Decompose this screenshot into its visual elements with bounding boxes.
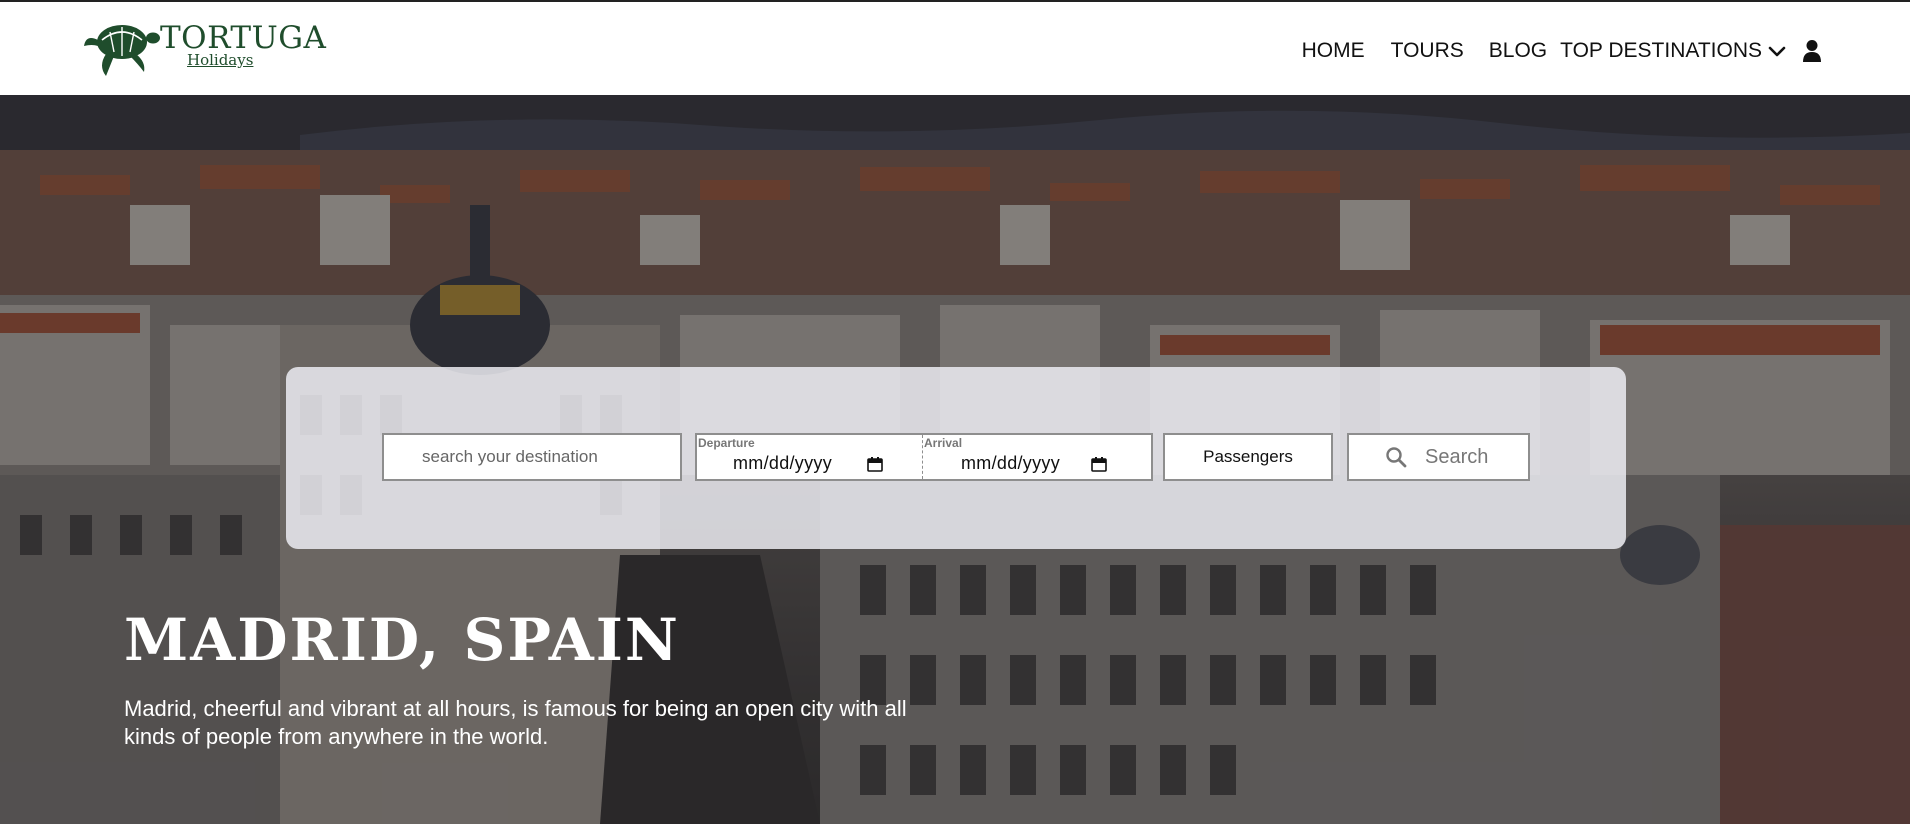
main-nav: HOME TOURS BLOG TOP DESTINATIONS (1302, 36, 1822, 66)
nav-top-destinations-dropdown[interactable]: TOP DESTINATIONS (1560, 39, 1786, 63)
user-icon[interactable] (1802, 39, 1822, 63)
nav-top-destinations-label: TOP DESTINATIONS (1560, 39, 1762, 62)
search-icon (1386, 447, 1407, 468)
search-panel: Departure mm/dd/yyyy Arrival mm/dd/yyyy … (286, 367, 1626, 549)
arrival-date-input[interactable]: Arrival mm/dd/yyyy (923, 435, 1151, 479)
brand-subtitle: Holidays (187, 51, 254, 69)
date-range-field: Departure mm/dd/yyyy Arrival mm/dd/yyyy (695, 433, 1153, 481)
passengers-button[interactable]: Passengers (1163, 433, 1333, 481)
search-button[interactable]: Search (1347, 433, 1530, 481)
turtle-icon (84, 25, 160, 76)
destination-search-input[interactable] (382, 433, 682, 481)
calendar-icon[interactable] (867, 456, 883, 472)
arrival-value: mm/dd/yyyy (961, 453, 1061, 473)
departure-value: mm/dd/yyyy (733, 453, 833, 473)
chevron-down-icon (1768, 46, 1786, 57)
passengers-label: Passengers (1203, 447, 1293, 466)
site-header: TORTUGA Holidays HOME TOURS BLOG TOP DES… (0, 2, 1910, 95)
search-button-label: Search (1425, 445, 1489, 468)
nav-blog-link[interactable]: BLOG (1489, 39, 1547, 63)
departure-date-input[interactable]: Departure mm/dd/yyyy (697, 435, 923, 479)
nav-tours-link[interactable]: TOURS (1391, 39, 1464, 63)
departure-label: Departure (698, 436, 755, 450)
hero-description: Madrid, cheerful and vibrant at all hour… (124, 696, 907, 749)
hero-title: MADRID, SPAIN (124, 606, 680, 674)
arrival-label: Arrival (924, 436, 963, 450)
nav-home-link[interactable]: HOME (1302, 39, 1365, 63)
calendar-icon[interactable] (1091, 456, 1107, 472)
brand-logo[interactable]: TORTUGA Holidays (84, 16, 326, 80)
